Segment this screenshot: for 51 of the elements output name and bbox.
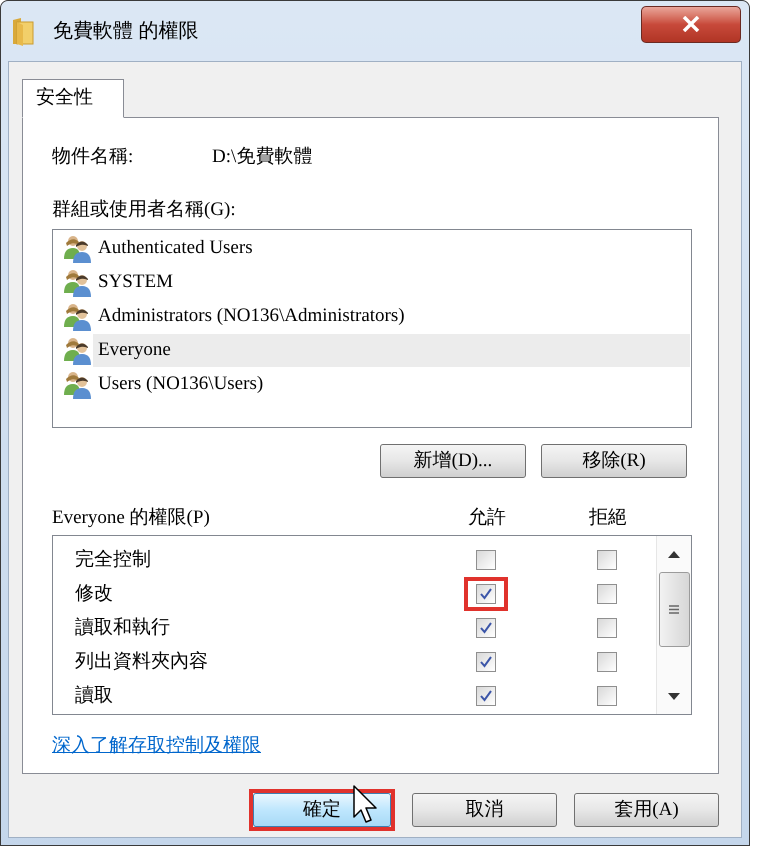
window-title: 免費軟體 的權限: [53, 19, 199, 44]
checkbox[interactable]: [597, 618, 617, 638]
tab[interactable]: 安全性: [22, 79, 124, 118]
checkmark-icon: [480, 588, 492, 600]
object-name-value: D:\免費軟體: [212, 144, 312, 169]
checkbox[interactable]: [597, 550, 617, 570]
user-list-item[interactable]: Administrators (NO136\Administrators): [93, 300, 690, 332]
checkbox[interactable]: [476, 686, 496, 706]
permission-name: 讀取: [75, 684, 113, 708]
list-action-button[interactable]: 移除(R): [541, 444, 687, 478]
permissions-label: Everyone 的權限(P): [52, 506, 210, 530]
permission-name: 列出資料夾內容: [75, 650, 208, 674]
checkbox[interactable]: [476, 550, 496, 570]
up-arrow-icon: [668, 550, 680, 558]
object-name-label: 物件名稱:: [52, 144, 134, 169]
user-list-item[interactable]: SYSTEM: [93, 266, 690, 298]
help-link[interactable]: 深入了解存取控制及權限: [52, 734, 261, 758]
dialog-button[interactable]: 套用(A): [574, 793, 719, 827]
column-header: 拒絕: [589, 506, 627, 530]
dialog-button[interactable]: 取消: [412, 793, 557, 827]
close-icon: [682, 16, 700, 32]
list-action-button[interactable]: 新增(D)...: [380, 444, 526, 478]
users-icon: [63, 233, 93, 263]
users-icon: [63, 369, 93, 399]
user-list-item[interactable]: Users (NO136\Users): [93, 368, 690, 400]
checkbox[interactable]: [476, 584, 496, 604]
grip-icon: [669, 605, 679, 614]
mouse-pointer-icon: [353, 785, 379, 825]
close-button[interactable]: [641, 6, 741, 42]
dialog-button[interactable]: 確定: [253, 793, 391, 827]
permission-name: 修改: [75, 582, 113, 606]
permission-name: 讀取和執行: [75, 616, 170, 640]
folder-icon: [11, 16, 35, 46]
checkbox[interactable]: [476, 618, 496, 638]
checkmark-icon: [480, 622, 492, 634]
users-icon: [63, 335, 93, 365]
checkbox[interactable]: [476, 652, 496, 672]
users-icon: [63, 267, 93, 297]
scroll-thumb[interactable]: [658, 572, 690, 647]
checkbox[interactable]: [597, 686, 617, 706]
checkbox[interactable]: [597, 584, 617, 604]
users-icon: [63, 301, 93, 331]
checkmark-icon: [480, 656, 492, 668]
group-list-label: 群組或使用者名稱(G):: [52, 198, 236, 222]
permission-name: 完全控制: [75, 548, 151, 572]
down-arrow-icon: [668, 692, 680, 700]
user-list-item[interactable]: Authenticated Users: [93, 232, 690, 264]
checkmark-icon: [480, 690, 492, 702]
checkbox[interactable]: [597, 652, 617, 672]
user-list-item[interactable]: Everyone: [93, 334, 690, 366]
column-header: 允許: [468, 506, 506, 530]
